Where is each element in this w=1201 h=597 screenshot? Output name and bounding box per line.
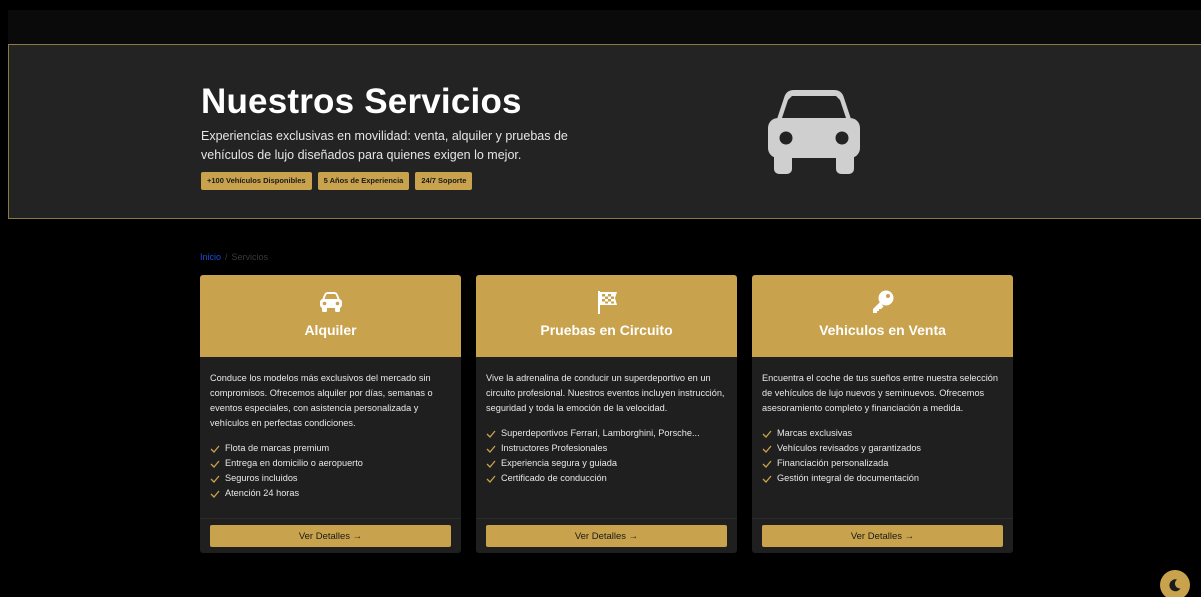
hero-badges: +100 Vehículos Disponibles 5 Años de Exp… (201, 172, 473, 190)
list-item: Marcas exclusivas (762, 426, 1003, 441)
card-divider (200, 518, 461, 519)
check-icon (210, 445, 220, 453)
check-icon (486, 475, 496, 483)
service-card-venta: Vehiculos en Venta Encuentra el coche de… (752, 275, 1013, 553)
check-icon (486, 445, 496, 453)
list-item: Entrega en domicilio o aeropuerto (210, 456, 451, 471)
list-item: Financiación personalizada (762, 456, 1003, 471)
card-description: Vive la adrenalina de conducir un superd… (486, 373, 725, 413)
feature-list: Superdeportivos Ferrari, Lamborghini, Po… (476, 416, 737, 486)
list-item: Experiencia segura y guiada (486, 456, 727, 471)
card-title: Pruebas en Circuito (540, 322, 673, 338)
breadcrumb: Inicio / Servicios (200, 252, 268, 262)
check-icon (762, 475, 772, 483)
check-icon (762, 430, 772, 438)
feature-list: Marcas exclusivas Vehículos revisados y … (752, 416, 1013, 486)
list-item: Vehículos revisados y garantizados (762, 441, 1003, 456)
checkered-flag-icon (597, 291, 617, 314)
check-icon (762, 445, 772, 453)
list-item: Instructores Profesionales (486, 441, 727, 456)
theme-toggle-button[interactable] (1160, 570, 1190, 597)
check-icon (210, 460, 220, 468)
card-description: Encuentra el coche de tus sueños entre n… (762, 373, 998, 413)
check-icon (762, 460, 772, 468)
hero-description: Experiencias exclusivas en movilidad: ve… (201, 129, 568, 162)
check-icon (486, 460, 496, 468)
badge-support: 24/7 Soporte (415, 172, 473, 190)
key-icon (872, 290, 893, 313)
list-item: Certificado de conducción (486, 471, 727, 486)
list-item: Seguros incluidos (210, 471, 451, 486)
badge-experience: 5 Años de Experiencia (317, 172, 410, 190)
car-icon (768, 90, 860, 174)
card-header: Pruebas en Circuito (476, 275, 737, 357)
card-divider (476, 518, 737, 519)
card-title: Alquiler (304, 322, 357, 338)
service-card-alquiler: Alquiler Conduce los modelos más exclusi… (200, 275, 461, 553)
feature-list: Flota de marcas premium Entrega en domic… (200, 431, 461, 501)
badge-vehicles: +100 Vehículos Disponibles (201, 172, 312, 190)
card-header: Alquiler (200, 275, 461, 357)
check-icon (486, 430, 496, 438)
breadcrumb-current: Servicios (231, 252, 269, 262)
card-title: Vehiculos en Venta (819, 322, 946, 338)
moon-icon (1169, 579, 1181, 592)
hero-section: Nuestros Servicios Experiencias exclusiv… (8, 44, 1201, 219)
check-icon (210, 490, 220, 498)
view-details-button[interactable]: Ver Detalles → (486, 525, 727, 547)
page-title: Nuestros Servicios (201, 82, 522, 121)
breadcrumb-home-link[interactable]: Inicio (200, 252, 221, 262)
card-description: Conduce los modelos más exclusivos del m… (210, 373, 433, 428)
view-details-button[interactable]: Ver Detalles → (762, 525, 1003, 547)
top-navbar (8, 10, 1201, 44)
list-item: Flota de marcas premium (210, 441, 451, 456)
view-details-button[interactable]: Ver Detalles → (210, 525, 451, 547)
card-header: Vehiculos en Venta (752, 275, 1013, 357)
list-item: Superdeportivos Ferrari, Lamborghini, Po… (486, 426, 727, 441)
card-divider (752, 518, 1013, 519)
breadcrumb-separator: / (225, 252, 228, 262)
list-item: Gestión integral de documentación (762, 471, 1003, 486)
service-card-pruebas: Pruebas en Circuito Vive la adrenalina d… (476, 275, 737, 553)
check-icon (210, 475, 220, 483)
list-item: Atención 24 horas (210, 486, 451, 501)
car-icon (319, 292, 342, 312)
